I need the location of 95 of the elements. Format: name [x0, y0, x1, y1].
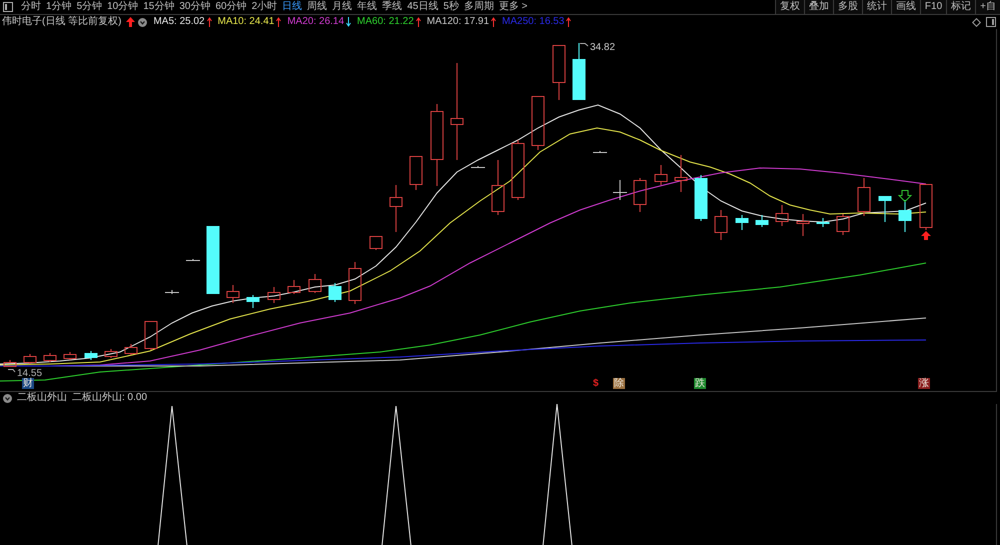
candle	[572, 42, 586, 100]
candle	[348, 262, 362, 304]
candle	[410, 156, 422, 190]
period-tab[interactable]: 季线	[382, 0, 402, 14]
moving-average-label: MA120: 17.91	[426, 15, 490, 29]
candle	[512, 140, 524, 200]
candle	[878, 196, 892, 222]
candle	[268, 286, 280, 304]
candle	[470, 166, 486, 168]
candle	[714, 210, 728, 240]
candle	[288, 280, 300, 294]
candle	[756, 214, 768, 228]
moving-average-label: MA10: 24.41	[218, 15, 274, 29]
period-tab[interactable]: 周线	[307, 0, 328, 14]
candle	[144, 321, 158, 350]
candle	[390, 184, 402, 232]
chart-marker: 除	[613, 378, 625, 389]
chevron-circle-icon[interactable]	[138, 18, 148, 26]
period-tab[interactable]: 多周期	[464, 0, 494, 14]
toolbar-button[interactable]: 统计	[862, 0, 891, 14]
chart-marker: 跌	[694, 378, 706, 389]
candle	[124, 344, 138, 356]
candle	[796, 214, 810, 236]
toolbar-button[interactable]: 多股	[832, 0, 862, 14]
candle	[164, 290, 180, 294]
period-tab[interactable]: 月线	[332, 0, 352, 14]
candle	[674, 154, 688, 192]
moving-average-label: MA250: 16.53	[502, 15, 564, 29]
candle	[246, 294, 260, 308]
candle	[898, 200, 912, 232]
chevron-circle-icon[interactable]	[3, 394, 12, 402]
period-tab[interactable]: 45日线	[407, 0, 438, 14]
leader-line	[8, 369, 16, 372]
period-tab[interactable]: 30分钟	[179, 0, 210, 14]
period-tab[interactable]: 10分钟	[107, 0, 138, 14]
candle	[328, 282, 342, 302]
candle	[44, 352, 56, 362]
candle	[836, 214, 850, 236]
chart-marker: 财	[22, 378, 34, 389]
toolbar-button[interactable]: F10	[920, 0, 946, 14]
low-price-label: 14.55	[17, 368, 42, 379]
indicator-reading: 二板山外山: 0.00	[72, 392, 148, 404]
diamond-icon[interactable]	[972, 18, 981, 26]
up-arrow-icon	[126, 17, 136, 27]
candle	[370, 236, 382, 250]
candle	[104, 348, 118, 358]
candle	[552, 45, 566, 100]
period-tab[interactable]: 年线	[357, 0, 378, 14]
period-tab[interactable]: 2小时	[252, 0, 278, 14]
moving-average-label: MA60: 21.22	[357, 15, 414, 29]
chart-title: 伟时电子(日线 等比前复权)	[2, 15, 122, 29]
panel-toggle-icon[interactable]	[986, 17, 996, 27]
candle	[206, 226, 220, 294]
period-tab[interactable]: 分时	[21, 0, 41, 14]
leader-line	[580, 43, 588, 46]
chart-marker: 涨	[918, 378, 930, 389]
candle	[24, 354, 36, 364]
candle	[4, 360, 16, 368]
candle	[492, 160, 504, 216]
candle	[186, 258, 200, 262]
candle	[532, 96, 544, 150]
candle	[694, 174, 708, 222]
period-tab[interactable]: 5分钟	[76, 0, 102, 14]
toolbar-button[interactable]: 画线	[890, 0, 920, 14]
up-arrow-icon	[921, 231, 931, 240]
candle	[592, 150, 608, 154]
period-tab[interactable]: 1分钟	[46, 0, 72, 14]
toolbar-button[interactable]: 标记	[946, 0, 976, 14]
period-tab[interactable]: 60分钟	[216, 0, 247, 14]
candle	[654, 164, 668, 186]
candle	[816, 218, 830, 228]
moving-average-label: MA5: 25.02	[153, 15, 205, 29]
candle	[226, 284, 240, 304]
period-tab[interactable]: 更多 >	[498, 0, 528, 14]
candle	[64, 352, 76, 360]
candle	[858, 178, 870, 216]
period-tab[interactable]: 15分钟	[143, 0, 174, 14]
candle	[776, 204, 788, 226]
panel-toggle-icon[interactable]	[3, 2, 13, 12]
candle	[920, 184, 932, 230]
toolbar-button[interactable]: 复权	[774, 0, 804, 14]
candle	[308, 274, 322, 294]
moving-average-label: MA20: 26.14	[287, 15, 344, 29]
toolbar-button[interactable]: +自	[975, 0, 1000, 14]
candle	[612, 180, 628, 200]
candle	[634, 178, 646, 212]
chart-marker: $	[592, 378, 600, 389]
period-tab[interactable]: 日线	[282, 0, 302, 14]
candle	[84, 350, 98, 360]
high-price-label: 34.82	[590, 42, 616, 53]
down-arrow-icon	[898, 190, 912, 202]
period-tab[interactable]: 5秒	[443, 0, 459, 14]
toolbar-button[interactable]: 叠加	[804, 0, 833, 14]
candle	[736, 214, 748, 230]
indicator-name: 二板山外山	[17, 392, 67, 404]
